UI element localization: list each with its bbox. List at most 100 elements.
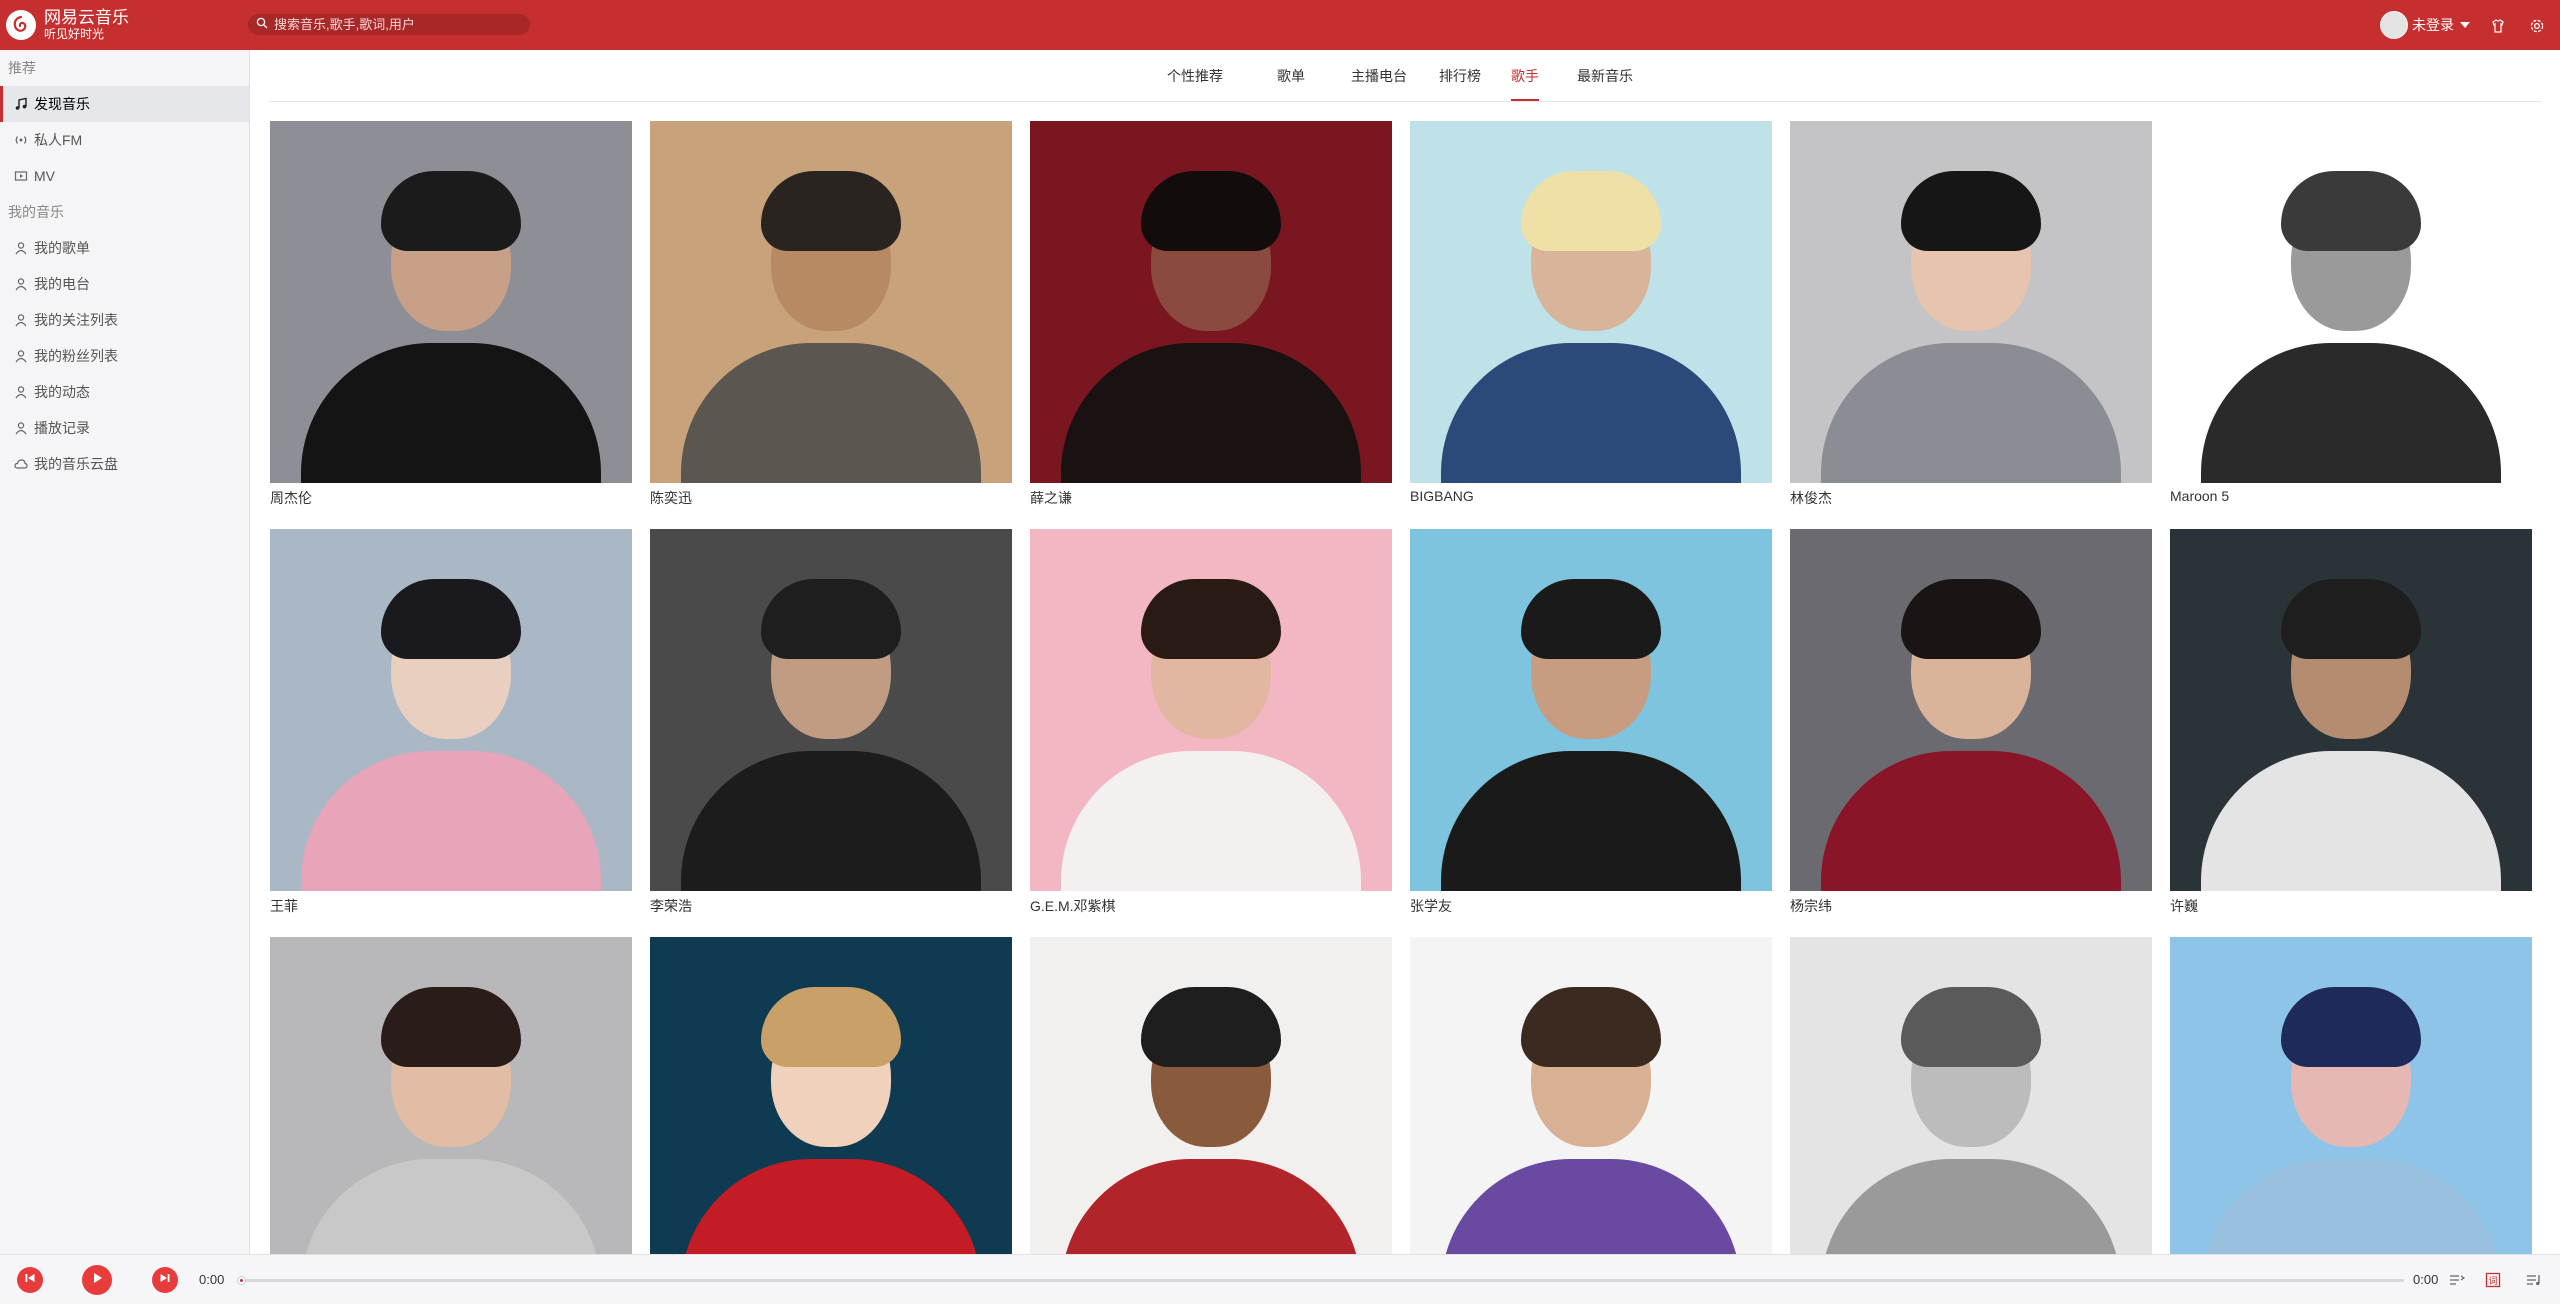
artist-photo[interactable] (2170, 937, 2532, 1254)
artist-photo-body (681, 343, 981, 483)
artist-name[interactable]: Maroon 5 (2170, 488, 2532, 508)
artist-photo[interactable] (1410, 937, 1772, 1254)
artist-photo-hair (381, 579, 521, 659)
artist-name[interactable]: 李荣浩 (650, 896, 1012, 916)
previous-button[interactable] (17, 1267, 43, 1293)
sidebar-item-mv[interactable]: MV (0, 158, 249, 194)
sidebar: 推荐 发现音乐 私人FM MV 我的音乐 我的歌单 我的电台 我的关注列表 我的… (0, 50, 250, 1254)
sidebar-item-cloud-disk[interactable]: 我的音乐云盘 (0, 446, 249, 482)
play-button[interactable] (82, 1265, 112, 1295)
sidebar-item-personal-fm[interactable]: 私人FM (0, 122, 249, 158)
artist-photo-hair (2281, 987, 2421, 1067)
artist-card[interactable]: 王菲 (270, 529, 632, 937)
artist-card[interactable]: 林俊杰 (1790, 121, 2152, 529)
artist-name[interactable]: 薛之谦 (1030, 488, 1392, 508)
artist-photo[interactable] (1410, 121, 1772, 483)
artist-name[interactable]: 许巍 (2170, 896, 2532, 916)
sidebar-section-recommend: 推荐 (8, 60, 36, 76)
artist-photo[interactable] (1030, 529, 1392, 891)
settings-icon[interactable] (2528, 17, 2546, 35)
artist-name[interactable]: 林俊杰 (1790, 488, 2152, 508)
artist-name[interactable]: 陈奕迅 (650, 488, 1012, 508)
artist-card[interactable] (1030, 937, 1392, 1254)
artist-card[interactable]: 周杰伦 (270, 121, 632, 529)
skin-icon[interactable] (2489, 17, 2507, 35)
artist-card[interactable] (1410, 937, 1772, 1254)
artist-photo[interactable] (1790, 121, 2152, 483)
lyrics-icon[interactable]: 词 (2484, 1271, 2502, 1289)
artist-photo-body (681, 1159, 981, 1254)
artist-name[interactable]: 周杰伦 (270, 488, 632, 508)
artist-card[interactable] (1790, 937, 2152, 1254)
artist-name[interactable]: BIGBANG (1410, 488, 1772, 508)
artist-photo[interactable] (270, 121, 632, 483)
next-button[interactable] (152, 1267, 178, 1293)
search-box[interactable] (248, 14, 530, 35)
artist-photo[interactable] (1030, 937, 1392, 1254)
search-input[interactable] (272, 16, 512, 33)
sidebar-item-label: 我的粉丝列表 (34, 348, 118, 364)
artist-photo[interactable] (1410, 529, 1772, 891)
artist-card[interactable]: 许巍 (2170, 529, 2532, 937)
tab-personal-recommend[interactable]: 个性推荐 (1167, 66, 1223, 86)
artist-photo[interactable] (2170, 121, 2532, 483)
artist-card[interactable]: Maroon 5 (2170, 121, 2532, 529)
sidebar-item-my-fans[interactable]: 我的粉丝列表 (0, 338, 249, 374)
sidebar-item-my-activity[interactable]: 我的动态 (0, 374, 249, 410)
sidebar-item-label: MV (34, 168, 55, 184)
artist-card[interactable]: G.E.M.邓紫棋 (1030, 529, 1392, 937)
artist-card[interactable]: BIGBANG (1410, 121, 1772, 529)
artist-card[interactable]: 陈奕迅 (650, 121, 1012, 529)
artist-name[interactable]: G.E.M.邓紫棋 (1030, 896, 1392, 916)
chevron-down-icon[interactable] (2460, 22, 2470, 28)
tab-charts[interactable]: 排行榜 (1439, 66, 1481, 86)
artist-photo-hair (2281, 171, 2421, 251)
artist-photo[interactable] (650, 937, 1012, 1254)
artist-card[interactable] (270, 937, 632, 1254)
play-mode-icon[interactable] (2448, 1271, 2466, 1289)
artist-photo[interactable] (650, 529, 1012, 891)
artist-photo-body (1061, 343, 1361, 483)
artist-photo[interactable] (1030, 121, 1392, 483)
progress-bar[interactable] (237, 1276, 2404, 1285)
artist-card[interactable] (2170, 937, 2532, 1254)
sidebar-item-label: 我的关注列表 (34, 312, 118, 328)
tab-artists[interactable]: 歌手 (1511, 66, 1539, 101)
artist-photo-hair (761, 171, 901, 251)
tab-host-radio[interactable]: 主播电台 (1351, 66, 1407, 86)
artist-name[interactable]: 王菲 (270, 896, 632, 916)
login-status[interactable]: 未登录 (2412, 15, 2454, 35)
artist-photo[interactable] (650, 121, 1012, 483)
artist-name[interactable]: 杨宗纬 (1790, 896, 2152, 916)
artist-photo-hair (1521, 987, 1661, 1067)
artist-photo[interactable] (2170, 529, 2532, 891)
app-logo[interactable]: 网易云音乐 听见好时光 (6, 0, 129, 50)
main-content: 个性推荐 歌单 主播电台 排行榜 歌手 最新音乐 周杰伦 陈奕迅 薛之谦 BIGBAN… (251, 50, 2560, 1254)
sidebar-item-label: 播放记录 (34, 420, 90, 436)
svg-text:词: 词 (2488, 1276, 2497, 1287)
artist-photo[interactable] (270, 529, 632, 891)
artist-card[interactable]: 薛之谦 (1030, 121, 1392, 529)
artist-card[interactable] (650, 937, 1012, 1254)
artist-photo-body (1441, 343, 1741, 483)
tab-new-music[interactable]: 最新音乐 (1577, 66, 1633, 86)
artist-name[interactable]: 张学友 (1410, 896, 1772, 916)
artist-photo[interactable] (270, 937, 632, 1254)
playlist-icon[interactable] (2525, 1271, 2543, 1289)
sidebar-item-my-following[interactable]: 我的关注列表 (0, 302, 249, 338)
avatar[interactable] (2380, 11, 2408, 39)
user-login[interactable]: 未登录 (2380, 11, 2470, 39)
artist-photo[interactable] (1790, 937, 2152, 1254)
user-icon (14, 349, 32, 363)
progress-handle[interactable] (237, 1276, 246, 1285)
sidebar-item-play-history[interactable]: 播放记录 (0, 410, 249, 446)
artist-card[interactable]: 杨宗纬 (1790, 529, 2152, 937)
sidebar-item-my-radio[interactable]: 我的电台 (0, 266, 249, 302)
artist-photo[interactable] (1790, 529, 2152, 891)
tab-playlists[interactable]: 歌单 (1277, 66, 1305, 86)
artist-card[interactable]: 张学友 (1410, 529, 1772, 937)
sidebar-item-my-playlists[interactable]: 我的歌单 (0, 230, 249, 266)
sidebar-item-discover-music[interactable]: 发现音乐 (0, 86, 249, 122)
radio-icon (14, 133, 32, 147)
artist-card[interactable]: 李荣浩 (650, 529, 1012, 937)
